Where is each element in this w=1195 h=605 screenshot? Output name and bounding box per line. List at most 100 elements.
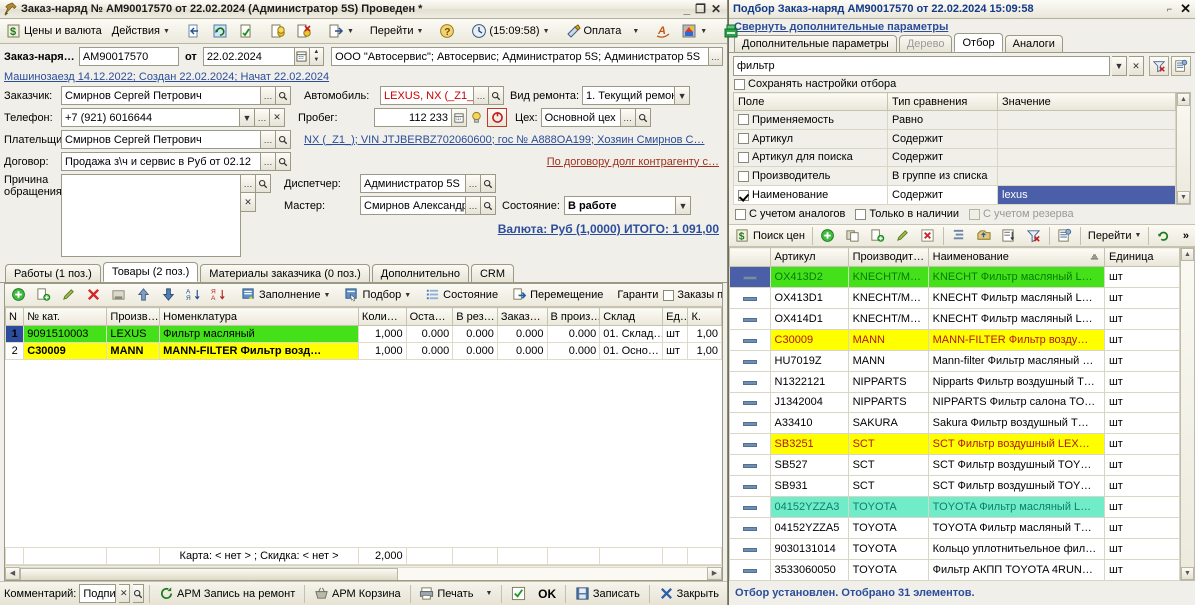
rtab-analogs[interactable]: Аналоги — [1004, 35, 1063, 52]
text-format-button[interactable]: A — [651, 21, 675, 42]
row-unit[interactable]: шт — [1103, 496, 1181, 519]
move-button[interactable]: Перемещение — [508, 285, 607, 306]
filter-compare-cell[interactable]: В группе из списка — [887, 166, 998, 187]
dispatcher-input[interactable]: Администратор 5S — [360, 174, 466, 193]
col-n[interactable]: N — [5, 307, 25, 326]
col-nomenclature[interactable]: Номенклатура — [159, 307, 359, 326]
row-maker[interactable]: MANN — [106, 342, 161, 360]
filter-field-cell[interactable]: Производитель — [733, 166, 888, 187]
list-item[interactable]: HU7019Z MANN Mann-filter Фильтр масляный… — [729, 349, 1181, 372]
list-item[interactable]: C30009 MANN MANN-FILTER Фильтр возду… шт — [729, 328, 1181, 351]
contract-debt-link[interactable]: По договору долг контрагенту с… — [547, 156, 719, 168]
repair-type-dropdown[interactable]: ▼ — [675, 86, 691, 105]
orders-by-order-checkbox-group[interactable]: Заказы по ЗН — [663, 289, 722, 301]
filter-checkbox[interactable] — [738, 133, 749, 145]
tab-works[interactable]: Работы (1 поз.) — [5, 264, 101, 282]
dispatcher-select-button[interactable]: … — [466, 174, 481, 193]
results-filter-remove-button[interactable] — [1022, 225, 1046, 246]
filter-row[interactable]: Артикул для поиска Содержит — [733, 147, 1176, 168]
car-details-link[interactable]: NX (_Z1_); VIN JTJBERBZ702060600; гос № … — [304, 134, 704, 146]
scroll-left-button[interactable]: ◀ — [5, 566, 20, 580]
organization-input[interactable]: ООО "Автосервис"; Автосервис; Администра… — [331, 47, 709, 66]
row-article[interactable]: J1342004 — [769, 391, 849, 414]
filter-row[interactable]: Артикул Содержит — [733, 128, 1176, 149]
hierarchy-button[interactable] — [947, 225, 971, 246]
row-article[interactable]: SB3251 — [769, 433, 849, 456]
row-article[interactable]: SB931 — [769, 475, 849, 498]
list-item[interactable]: SB931 SCT SCT Фильтр воздушный TOY… шт — [729, 475, 1181, 498]
export-button[interactable]: ▼ — [324, 21, 358, 42]
row-mark[interactable] — [729, 433, 771, 456]
phone-input[interactable]: +7 (921) 6016644 — [61, 108, 240, 127]
scroll-track[interactable] — [20, 566, 707, 580]
row-name[interactable]: Sakura Фильтр воздушный T… — [927, 412, 1105, 435]
row-name[interactable]: Nipparts Фильтр воздушный T… — [927, 370, 1105, 393]
col-reserved[interactable]: В рез… — [452, 307, 498, 326]
pcol-unit[interactable]: Единица — [1103, 247, 1181, 267]
filter-value-cell[interactable]: lexus — [997, 185, 1176, 205]
row-article[interactable]: OX414D1 — [769, 307, 849, 330]
print-button[interactable]: Печать — [415, 583, 477, 604]
col-k[interactable]: К. — [687, 307, 722, 326]
row-reserved[interactable]: 0.000 — [452, 342, 498, 360]
close-form-button[interactable]: Закрыть — [655, 583, 723, 604]
goods-horizontal-scrollbar[interactable]: ◀ ▶ — [5, 565, 722, 580]
row-mark[interactable] — [729, 537, 771, 560]
filter-row[interactable]: Наименование Содержит lexus — [733, 185, 1176, 205]
results-delete-button[interactable] — [916, 225, 940, 246]
scroll-right-button[interactable]: ▶ — [707, 566, 722, 580]
row-catalog[interactable]: 9091510003 — [23, 325, 108, 343]
write-button[interactable] — [182, 21, 206, 42]
filter-scroll-down-button[interactable]: ▼ — [1177, 191, 1190, 204]
list-item[interactable]: A33410 SAKURA Sakura Фильтр воздушный T…… — [729, 412, 1181, 435]
col-maker[interactable]: Произв… — [106, 307, 161, 326]
col-ordered[interactable]: Заказ… — [496, 307, 548, 326]
row-mark[interactable] — [729, 349, 771, 372]
reason-clear-button[interactable]: ✕ — [241, 193, 256, 212]
row-name[interactable]: Фильтр АКПП TOYOTA 4RUN… — [927, 558, 1105, 581]
customer-input[interactable]: Смирнов Сергей Петрович — [61, 86, 261, 105]
shop-input[interactable]: Основной цех — [540, 108, 621, 127]
list-item[interactable]: SB3251 SCT SCT Фильтр воздушный LEX… шт — [729, 433, 1181, 456]
filter-compare-cell[interactable]: Содержит — [887, 147, 998, 168]
row-name[interactable]: KNECHT Фильтр масляный L… — [927, 286, 1105, 309]
fill-button[interactable]: Заполнение ▼ — [237, 285, 334, 306]
payer-search-button[interactable] — [276, 130, 291, 149]
list-item[interactable]: J1342004 NIPPARTS NIPPARTS Фильтр салона… — [729, 391, 1181, 414]
row-warehouse[interactable]: 01. Склад… — [599, 325, 664, 343]
time-button[interactable]: (15:09:58) ▼ — [467, 21, 553, 42]
payer-select-button[interactable]: … — [261, 130, 276, 149]
row-warehouse[interactable]: 01. Осно… — [599, 342, 664, 360]
row-unit[interactable]: шт — [1103, 475, 1181, 498]
row-unit[interactable]: шт — [662, 342, 689, 360]
master-search-button[interactable] — [481, 196, 496, 215]
row-article[interactable]: 04152YZZA5 — [769, 517, 849, 539]
row-maker[interactable]: TOYOTA — [847, 558, 929, 581]
filter-compare-cell[interactable]: Равно — [887, 110, 998, 130]
in-stock-only-checkbox[interactable] — [855, 208, 867, 220]
row-maker[interactable]: MANN — [847, 328, 929, 351]
in-stock-only-group[interactable]: Только в наличии — [855, 208, 959, 220]
comment-input[interactable]: Подпис — [79, 584, 116, 603]
row-mark[interactable] — [729, 370, 771, 393]
list-item[interactable]: OX413D2 KNECHT/M… KNECHT Фильтр масляный… — [729, 266, 1181, 288]
organization-select-button[interactable]: … — [708, 47, 723, 66]
row-unit[interactable]: шт — [1103, 433, 1181, 456]
payment-dropdown[interactable]: ▼ — [627, 21, 643, 42]
arm-basket-button[interactable]: АРМ Корзина — [310, 583, 405, 604]
table-row[interactable]: 2 C30009 MANN MANN-FILTER Фильтр возд… 1… — [5, 342, 722, 360]
row-qty[interactable]: 1,000 — [357, 342, 407, 360]
row-article[interactable]: C30009 — [769, 328, 849, 351]
filter-settings-icon[interactable] — [1171, 56, 1191, 76]
row-article[interactable]: OX413D1 — [769, 286, 849, 309]
currency-total-link[interactable]: Валюта: Руб (1,0000) ИТОГО: 1 091,00 — [498, 222, 719, 236]
row-mark[interactable] — [729, 558, 771, 581]
filter-field-cell[interactable]: Артикул — [733, 128, 888, 149]
pcol-name[interactable]: Наименование — [927, 247, 1105, 267]
results-scroll-up-button[interactable]: ▲ — [1181, 248, 1194, 261]
customer-search-button[interactable] — [276, 86, 291, 105]
filter-checkbox[interactable] — [738, 170, 749, 182]
tab-goods[interactable]: Товары (2 поз.) — [102, 262, 199, 282]
row-unit[interactable]: шт — [662, 325, 689, 343]
delete-row-button[interactable] — [82, 285, 106, 306]
